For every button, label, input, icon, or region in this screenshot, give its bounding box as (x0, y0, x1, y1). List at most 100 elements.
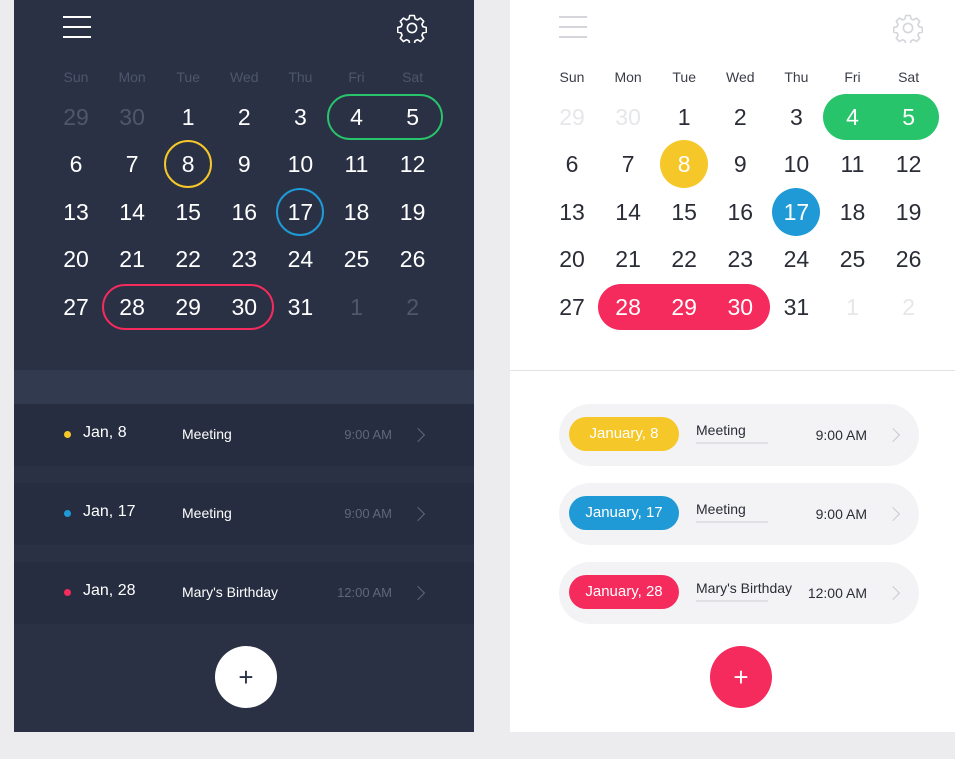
calendar-day[interactable]: 4 (329, 97, 385, 137)
calendar-day[interactable]: 14 (104, 192, 160, 232)
event-title: Meeting (182, 505, 232, 521)
calendar-day[interactable]: 16 (216, 192, 272, 232)
event-date-pill: January, 8 (569, 417, 679, 451)
calendar-day[interactable]: 22 (656, 239, 712, 279)
calendar-day[interactable]: 27 (544, 287, 600, 327)
calendar-day[interactable]: 3 (768, 97, 824, 137)
event-color-dot (64, 431, 71, 438)
calendar-day[interactable]: 11 (329, 144, 385, 184)
calendar-day[interactable]: 1 (329, 287, 385, 327)
calendar-day[interactable]: 12 (881, 144, 937, 184)
calendar-day[interactable]: 26 (385, 239, 441, 279)
calendar-day[interactable]: 19 (881, 192, 937, 232)
calendar-day[interactable]: 20 (48, 239, 104, 279)
event-row[interactable]: Jan, 28 Mary's Birthday 12:00 AM (14, 562, 474, 624)
calendar-day[interactable]: 31 (272, 287, 328, 327)
calendar-day[interactable]: 6 (48, 144, 104, 184)
calendar-day[interactable]: 28 (104, 287, 160, 327)
calendar-day[interactable]: 10 (768, 144, 824, 184)
calendar-day[interactable]: 13 (544, 192, 600, 232)
calendar-day[interactable]: 7 (600, 144, 656, 184)
calendar-day[interactable]: 21 (600, 239, 656, 279)
calendar-day[interactable]: 1 (656, 97, 712, 137)
calendar-day[interactable]: 5 (385, 97, 441, 137)
calendar-day[interactable]: 5 (881, 97, 937, 137)
calendar-day[interactable]: 18 (329, 192, 385, 232)
calendar-day[interactable]: 31 (768, 287, 824, 327)
calendar-day[interactable]: 15 (656, 192, 712, 232)
calendar-day[interactable]: 29 (544, 97, 600, 137)
calendar-day[interactable]: 3 (272, 97, 328, 137)
calendar-day[interactable]: 25 (825, 239, 881, 279)
calendar-day[interactable]: 8 (656, 144, 712, 184)
add-event-button[interactable]: + (710, 646, 772, 708)
calendar-day[interactable]: 12 (385, 144, 441, 184)
event-row[interactable]: January, 17 Meeting 9:00 AM (559, 483, 919, 545)
calendar-day[interactable]: 23 (712, 239, 768, 279)
calendar-day[interactable]: 16 (712, 192, 768, 232)
calendar-day[interactable]: 17 (768, 192, 824, 232)
calendar-day[interactable]: 30 (712, 287, 768, 327)
calendar-day[interactable]: 30 (104, 97, 160, 137)
calendar-day[interactable]: 25 (329, 239, 385, 279)
calendar-day[interactable]: 2 (385, 287, 441, 327)
calendar-day[interactable]: 29 (160, 287, 216, 327)
calendar-day[interactable]: 27 (48, 287, 104, 327)
calendar-day[interactable]: 10 (272, 144, 328, 184)
plus-icon: + (238, 662, 254, 692)
event-row[interactable]: Jan, 8 Meeting 9:00 AM (14, 404, 474, 466)
event-row[interactable]: Jan, 17 Meeting 9:00 AM (14, 483, 474, 545)
chevron-right-icon[interactable] (410, 585, 426, 601)
calendar-day[interactable]: 26 (881, 239, 937, 279)
calendar-day[interactable]: 2 (216, 97, 272, 137)
chevron-right-icon[interactable] (410, 427, 426, 443)
calendar-day[interactable]: 20 (544, 239, 600, 279)
event-date: Jan, 8 (83, 424, 127, 441)
chevron-right-icon[interactable] (885, 585, 901, 601)
event-subtitle-placeholder (696, 521, 768, 523)
calendar-day[interactable]: 19 (385, 192, 441, 232)
chevron-right-icon[interactable] (410, 506, 426, 522)
calendar-day[interactable]: 17 (272, 192, 328, 232)
event-date-pill: January, 17 (569, 496, 679, 530)
chevron-right-icon[interactable] (885, 427, 901, 443)
event-title: Mary's Birthday (182, 584, 279, 600)
calendar-day[interactable]: 22 (160, 239, 216, 279)
plus-icon: + (733, 662, 749, 692)
calendar-day[interactable]: 13 (48, 192, 104, 232)
calendar-day[interactable]: 15 (160, 192, 216, 232)
chevron-right-icon[interactable] (885, 506, 901, 522)
calendar-day[interactable]: 1 (160, 97, 216, 137)
calendar-day[interactable]: 18 (825, 192, 881, 232)
calendar-day[interactable]: 6 (544, 144, 600, 184)
calendar-day[interactable]: 21 (104, 239, 160, 279)
calendar-day[interactable]: 7 (104, 144, 160, 184)
add-event-button[interactable]: + (215, 646, 277, 708)
event-subtitle-placeholder (696, 442, 768, 444)
calendar-day[interactable]: 2 (881, 287, 937, 327)
calendar-day[interactable]: 28 (600, 287, 656, 327)
calendar-day[interactable]: 9 (712, 144, 768, 184)
event-date-pill: January, 28 (569, 575, 679, 609)
event-time: 12:00 AM (807, 585, 867, 601)
event-row[interactable]: January, 8 Meeting 9:00 AM (559, 404, 919, 466)
calendar-day[interactable]: 24 (768, 239, 824, 279)
calendar-day[interactable]: 8 (160, 144, 216, 184)
event-row[interactable]: January, 28 Mary's Birthday 12:00 AM (559, 562, 919, 624)
calendar-day[interactable]: 11 (825, 144, 881, 184)
calendar-day[interactable]: 9 (216, 144, 272, 184)
event-date: Jan, 17 (83, 503, 136, 520)
calendar-day[interactable]: 1 (825, 287, 881, 327)
calendar-day[interactable]: 29 (656, 287, 712, 327)
calendar-day[interactable]: 4 (825, 97, 881, 137)
calendar-day[interactable]: 29 (48, 97, 104, 137)
calendar-grid: 29 30 1 2 3 4 5 6 7 8 9 10 11 12 13 14 15 16 17 18 19 20 21 22 2… (510, 0, 955, 360)
calendar-day[interactable]: 14 (600, 192, 656, 232)
calendar-day[interactable]: 2 (712, 97, 768, 137)
event-time: 9:00 AM (344, 427, 392, 442)
calendar-day[interactable]: 30 (600, 97, 656, 137)
calendar-day[interactable]: 24 (272, 239, 328, 279)
calendar-day[interactable]: 23 (216, 239, 272, 279)
calendar-day[interactable]: 30 (216, 287, 272, 327)
event-time: 9:00 AM (344, 506, 392, 521)
